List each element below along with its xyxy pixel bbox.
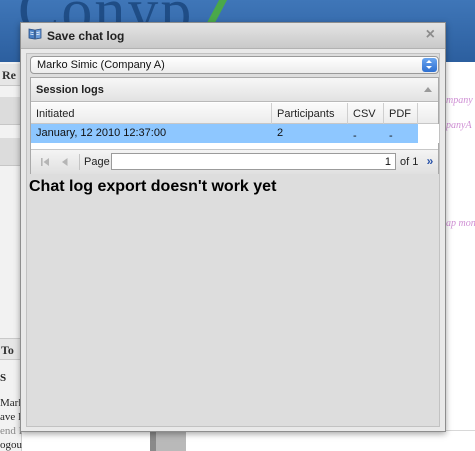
user-select[interactable]: Marko Simic (Company A): [30, 56, 439, 74]
column-header-initiated[interactable]: Initiated: [31, 103, 272, 124]
left-panel-link[interactable]: ogout: [0, 439, 22, 451]
page-number-input[interactable]: 1: [111, 153, 396, 170]
table-row[interactable]: January, 12 2010 12:37:00 2 - -: [31, 124, 418, 143]
left-panel-link[interactable]: Mark: [0, 397, 22, 409]
dialog-titlebar[interactable]: Save chat log ×: [21, 23, 445, 49]
left-panel-header-tools: To: [0, 338, 22, 360]
toolbar-separator: [79, 154, 80, 170]
panel-header: Session logs: [31, 78, 438, 102]
left-panel-header: Re: [0, 64, 22, 86]
close-icon[interactable]: ×: [426, 26, 435, 44]
dropdown-arrows-icon[interactable]: [422, 58, 437, 72]
panel-title: Session logs: [36, 84, 104, 96]
background-text: ap mon: [446, 218, 475, 229]
background-text: panyA: [446, 120, 472, 131]
page-count-label: of 1: [400, 156, 419, 168]
page-label: Page: [84, 156, 110, 168]
left-panel-item[interactable]: S: [0, 372, 22, 384]
grid-scroll-gutter: [418, 124, 439, 143]
pdf-link[interactable]: -: [384, 124, 418, 143]
column-header-pdf[interactable]: PDF: [384, 103, 418, 124]
save-chat-log-dialog: Save chat log × Marko Simic (Company A) …: [20, 22, 446, 432]
status-message: Chat log export doesn't work yet: [29, 178, 277, 195]
cell-initiated: January, 12 2010 12:37:00: [36, 127, 167, 139]
grid-header: Initiated Participants CSV PDF: [31, 103, 438, 124]
prev-page-icon[interactable]: [60, 157, 70, 167]
column-header-csv[interactable]: CSV: [348, 103, 384, 124]
session-logs-panel: Session logs Initiated Participants CSV …: [30, 77, 439, 174]
app-logo-accent: [167, 0, 237, 22]
background-text: mpany: [446, 95, 473, 106]
left-panel-link[interactable]: ave I: [0, 411, 22, 423]
column-header-participants[interactable]: Participants: [272, 103, 348, 124]
next-page-icon[interactable]: »: [420, 154, 440, 171]
book-icon: [28, 28, 42, 40]
collapse-icon[interactable]: [424, 87, 432, 92]
csv-link[interactable]: -: [348, 124, 384, 143]
dialog-body: Marko Simic (Company A) Session logs Ini…: [26, 53, 440, 427]
user-select-value: Marko Simic (Company A): [37, 59, 165, 71]
left-panel-link[interactable]: end File: [0, 425, 22, 437]
background-bar: [150, 430, 186, 451]
cell-participants: 2: [277, 127, 284, 139]
first-page-icon[interactable]: [40, 157, 50, 167]
avatar: [0, 138, 22, 166]
avatar: [0, 97, 22, 125]
dialog-title: Save chat log: [47, 29, 125, 43]
pagination-toolbar: Page 1 of 1 »: [31, 149, 438, 174]
